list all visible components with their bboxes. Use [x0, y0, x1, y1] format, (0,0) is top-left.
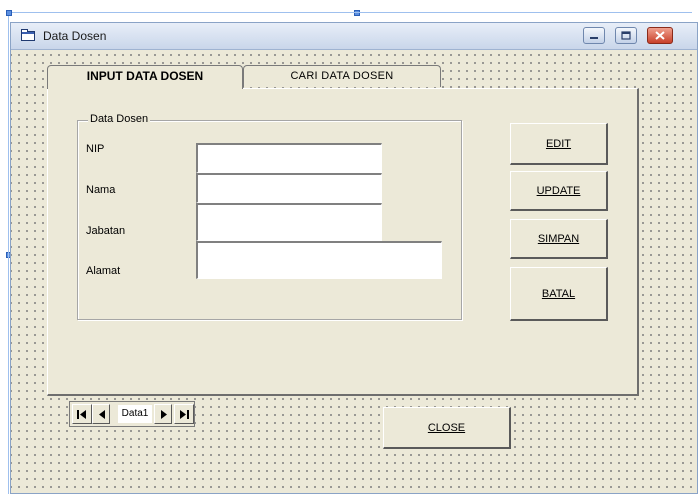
- first-record-icon: [77, 410, 86, 419]
- selection-border-top: [12, 12, 692, 13]
- next-record-button[interactable]: [154, 404, 172, 424]
- simpan-button-label: SIMPAN: [537, 233, 580, 245]
- close-window-button[interactable]: [647, 27, 673, 44]
- label-nip: NIP: [86, 143, 105, 155]
- maximize-button[interactable]: [615, 27, 637, 44]
- tab-label: INPUT DATA DOSEN: [86, 69, 204, 83]
- title-bar[interactable]: Data Dosen: [11, 23, 697, 50]
- tab-cari-data-dosen[interactable]: CARI DATA DOSEN: [243, 65, 441, 87]
- resize-handle-top-middle[interactable]: [354, 10, 360, 16]
- label-alamat: Alamat: [86, 265, 121, 277]
- frame-legend: Data Dosen: [88, 113, 151, 125]
- batal-button[interactable]: BATAL: [510, 267, 608, 321]
- minimize-icon: [590, 37, 598, 39]
- simpan-button[interactable]: SIMPAN: [510, 219, 608, 259]
- edit-button-label: EDIT: [545, 138, 572, 150]
- data-control-caption: Data1: [118, 405, 152, 423]
- window-title: Data Dosen: [43, 29, 107, 43]
- minimize-button[interactable]: [583, 27, 605, 44]
- close-icon: [655, 31, 665, 40]
- nip-field[interactable]: [196, 143, 382, 173]
- label-jabatan: Jabatan: [86, 225, 126, 237]
- last-record-icon: [180, 410, 189, 419]
- previous-record-icon: [99, 410, 105, 419]
- tab-panel-input: Data Dosen NIP Nama Jabatan Alamat EDIT …: [47, 88, 639, 396]
- data-control[interactable]: Data1: [69, 401, 195, 427]
- selection-border-left: [8, 16, 9, 494]
- close-button[interactable]: CLOSE: [383, 407, 511, 449]
- jabatan-field[interactable]: [196, 203, 382, 241]
- tab-label: CARI DATA DOSEN: [290, 70, 394, 82]
- batal-button-label: BATAL: [541, 288, 576, 300]
- alamat-field[interactable]: [196, 241, 442, 279]
- last-record-button[interactable]: [174, 404, 194, 424]
- tab-input-data-dosen[interactable]: INPUT DATA DOSEN: [47, 65, 243, 89]
- form-icon: [21, 29, 35, 41]
- close-button-label: CLOSE: [427, 422, 466, 434]
- next-record-icon: [161, 410, 167, 419]
- frame-data-dosen: Data Dosen NIP Nama Jabatan Alamat: [77, 113, 462, 320]
- maximize-icon: [621, 31, 631, 40]
- first-record-button[interactable]: [72, 404, 92, 424]
- resize-handle-top-left[interactable]: [6, 10, 12, 16]
- nama-field[interactable]: [196, 173, 382, 203]
- edit-button[interactable]: EDIT: [510, 123, 608, 165]
- update-button-label: UPDATE: [536, 185, 581, 197]
- form-data-dosen: Data Dosen INPUT DATA DOSEN CARI DATA DO…: [10, 22, 698, 494]
- previous-record-button[interactable]: [92, 404, 110, 424]
- update-button[interactable]: UPDATE: [510, 171, 608, 211]
- label-nama: Nama: [86, 184, 116, 196]
